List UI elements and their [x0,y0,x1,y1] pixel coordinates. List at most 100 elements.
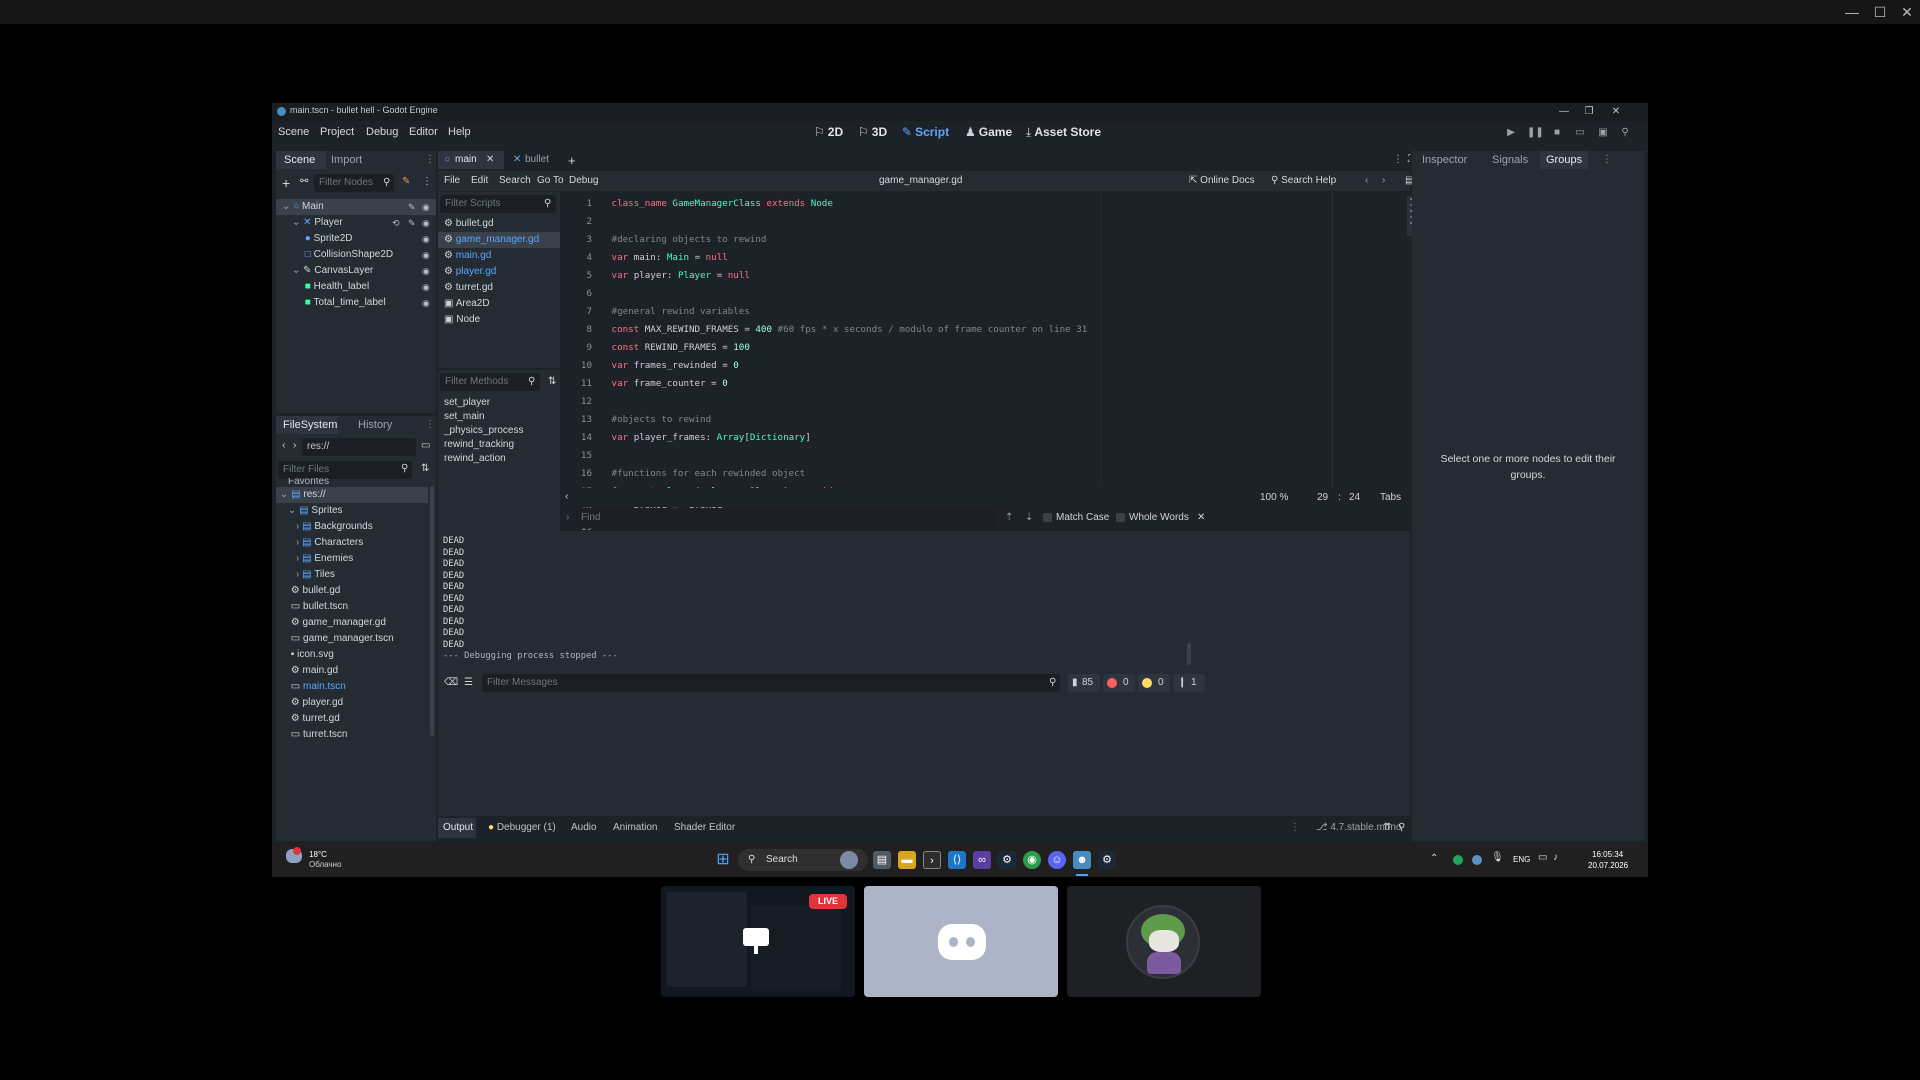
script-list-item[interactable]: ⚙ bullet.gd [438,216,560,232]
close-find-icon[interactable]: ✕ [1197,512,1205,523]
file-item[interactable]: ⚙ turret.gd [276,711,428,727]
search-help-button[interactable]: ⚲ Search Help [1271,175,1336,186]
script-menu-goto[interactable]: Go To [537,175,564,186]
scene-node-health_label[interactable]: ■ Health_label ◉ [276,279,436,295]
play-icon[interactable]: ▶ [1504,127,1518,141]
file-item[interactable]: ▭ turret.tscn [276,727,428,743]
file-item[interactable]: ▭ game_manager.tscn [276,631,428,647]
file-item[interactable]: ▪ icon.svg [276,647,428,663]
visibility-icon[interactable]: ◉ [422,199,430,215]
file-item[interactable]: › ▤ Characters [276,535,428,551]
menu-project[interactable]: Project [320,126,354,138]
script-list-item[interactable]: ▣ Area2D [438,296,560,312]
distraction-menu-icon[interactable]: ⋮ [1393,154,1403,165]
method-item[interactable]: set_player [438,396,560,410]
tab-filesystem[interactable]: FileSystem [283,419,337,431]
clock-time[interactable]: 16:05:34 [1592,850,1623,859]
play-scene-icon[interactable]: ▣ [1596,127,1610,141]
restore-icon[interactable]: ❐ [1578,103,1600,121]
visibility-icon[interactable]: ◉ [422,263,430,279]
close-tab-icon[interactable]: ✕ [486,154,494,165]
right-dock-menu-icon[interactable]: ⋮ [1602,154,1612,165]
fold-icon[interactable] [592,447,606,465]
file-item[interactable]: › ▤ Tiles [276,567,428,583]
steam-icon[interactable]: ⚙ [998,851,1016,869]
tree-menu-icon[interactable]: ⋮ [422,176,432,187]
signal-icon[interactable]: ⟲ [392,215,400,231]
file-item[interactable]: ⚙ game_manager.gd [276,615,428,631]
link-icon[interactable]: ⚯ [300,176,308,187]
file-explorer-icon[interactable]: ▬ [898,851,916,869]
filter-scripts-input[interactable]: Filter Scripts [440,195,556,213]
sort-icon[interactable]: ⇅ [421,463,429,474]
output-scrollbar[interactable] [1187,643,1191,665]
script-indicator-icon[interactable]: ✎ [408,199,416,215]
user-participant[interactable] [1067,886,1261,997]
bottom-tab-audio[interactable]: Audio [571,822,597,833]
file-item[interactable]: › ▤ Backgrounds [276,519,428,535]
expand-arrow-icon[interactable]: › [296,521,299,532]
fs-scrollbar[interactable] [430,486,434,736]
toggle-warnings-button[interactable]: 0 [1138,674,1170,692]
forward-icon[interactable]: › [293,440,296,451]
menu-help[interactable]: Help [448,126,471,138]
scene-node-player[interactable]: ⌄ ✕ Player ◉ ✎ ⟲ [276,215,436,231]
movie-maker-icon[interactable]: ⚲ [1618,127,1632,141]
terminal-icon[interactable]: › [923,851,941,869]
expand-arrow-icon[interactable]: › [296,553,299,564]
visibility-icon[interactable]: ◉ [422,231,430,247]
language-indicator[interactable]: ENG [1513,855,1530,864]
file-item[interactable]: ▭ main.tscn [276,679,428,695]
fold-icon[interactable] [592,249,606,267]
task-view-icon[interactable]: ▤ [873,851,891,869]
expand-panel-icon[interactable]: ⇈ [1383,822,1391,833]
zoom-level[interactable]: 100 % [1260,492,1288,503]
script-list-item[interactable]: ▣ Node [438,312,560,328]
path-input[interactable]: res:// [302,438,416,456]
bottom-tab-output[interactable]: Output [443,822,473,833]
windows-start-icon[interactable]: ⊞ [714,851,732,869]
file-item[interactable]: ⚙ player.gd [276,695,428,711]
script-menu-search[interactable]: Search [499,175,531,186]
fold-icon[interactable] [592,195,606,213]
scene-node-collisionshape2d[interactable]: □ CollisionShape2D ◉ [276,247,436,263]
file-item[interactable]: ⌄ ▤ res:// [276,487,428,503]
expand-arrow-icon[interactable]: ⌄ [292,265,300,276]
chrome-icon[interactable]: ◉ [1023,851,1041,869]
menu-scene[interactable]: Scene [278,126,309,138]
script-indicator-icon[interactable]: ✎ [408,215,416,231]
script-attach-icon[interactable]: ✎ [402,176,410,187]
taskbar-search[interactable]: ⚲ Search [738,849,868,871]
expand-arrow-icon[interactable]: ⌄ [282,201,290,212]
script-menu-debug[interactable]: Debug [569,175,598,186]
online-docs-button[interactable]: ⇱ Online Docs [1189,175,1255,186]
add-node-icon[interactable]: + [282,175,290,191]
file-item[interactable]: ⚙ main.gd [276,663,428,679]
fold-icon[interactable] [592,429,606,447]
file-item[interactable]: ▭ bullet.tscn [276,599,428,615]
expand-arrow-icon[interactable]: ⌄ [292,217,300,228]
menu-editor[interactable]: Editor [409,126,438,138]
tray-app-icon[interactable] [1453,855,1463,865]
script-menu-file[interactable]: File [444,175,460,186]
method-item[interactable]: set_main [438,410,560,424]
history-forward-icon[interactable]: › [1382,175,1385,186]
fold-icon[interactable] [592,411,606,429]
expand-arrow-icon[interactable]: ⌄ [280,489,288,500]
pin-panel-icon[interactable]: ⚲ [1398,822,1405,833]
filter-methods-input[interactable]: Filter Methods [440,373,540,391]
minimize-icon[interactable]: — [1553,103,1575,121]
scene-node-sprite2d[interactable]: ● Sprite2D ◉ [276,231,436,247]
script-list-item[interactable]: ⚙ game_manager.gd [438,232,560,248]
history-back-icon[interactable]: ‹ [1365,175,1368,186]
code-editor[interactable]: 1 class_name GameManagerClass extends No… [562,192,1475,587]
indent-mode[interactable]: Tabs [1380,492,1401,503]
mode-3d-button[interactable]: ⚐ 3D [858,125,887,139]
tab-import[interactable]: Import [331,154,362,166]
vscode-icon[interactable]: ⟨⟩ [948,851,966,869]
find-prev-icon[interactable]: ⇡ [1005,512,1013,523]
method-item[interactable]: rewind_action [438,452,560,466]
fold-icon[interactable] [592,357,606,375]
volume-icon[interactable]: ♪ [1553,852,1558,863]
scene-tab-bullet[interactable]: ✕ bullet [508,151,563,169]
